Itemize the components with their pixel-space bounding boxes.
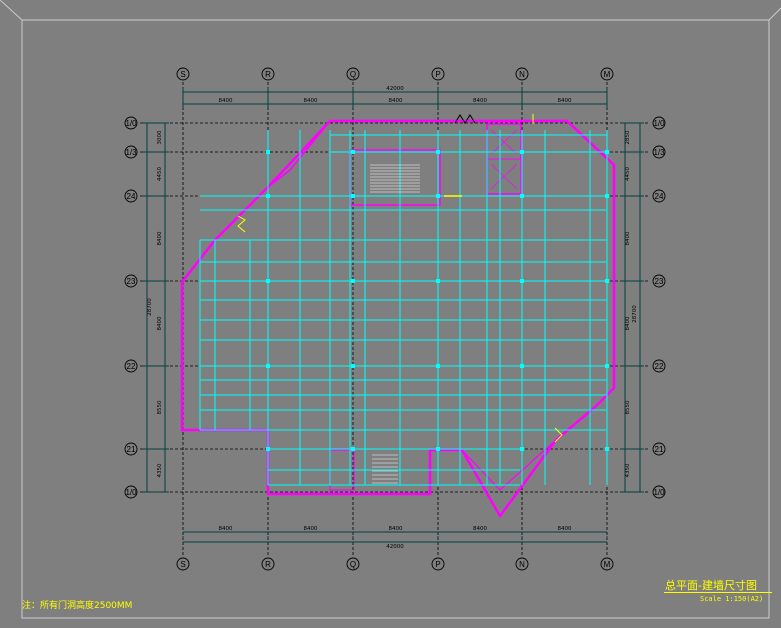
dim-col-spacing-0-3: 8400 [473,98,487,104]
dim-row-spacing-left-4: 8550 [157,400,163,414]
dim-row-spacing-right-3: 8400 [625,316,631,330]
dim-total-depth-left: 28700 [147,298,153,316]
dimension-layer: 8400 8400 8400 8400 8400 42000 8400 8400 8400 840… [143,86,644,550]
grid-bubble-bottom-n-label: N [519,560,525,569]
column-marker-4-2 [605,279,609,283]
dim-col-spacing-0-2: 8400 [389,98,403,104]
column-marker-0-1 [266,194,270,198]
dim-col-spacing-0-4: 8400 [558,98,572,104]
column-marker-0-2 [266,279,270,283]
grid-bubble-left-0-label: 1/0 [125,119,137,128]
door-height-note: 注：所有门洞高度2500MM [22,601,133,611]
entrance-symbol-west [237,215,246,233]
column-marker-4-4 [605,447,609,451]
grid-bubble-bottom-m-label: M [604,560,611,569]
dim-row-spacing-left-3: 8400 [157,316,163,330]
grid-bubble-top-s-label: S [180,70,185,79]
grid-bubble-left-6-label: 1/0 [125,488,137,497]
column-marker-1-1 [351,194,355,198]
dim-row-spacing-right-2: 8400 [625,231,631,245]
dim-row-spacing-left-5: 4350 [157,463,163,477]
column-marker-3-1 [520,194,524,198]
grid-bubble-left-2-label: 24 [127,192,136,201]
grid-bubble-right-6-label: 1/0 [653,488,665,497]
grid-bubble-right-2-label: 24 [655,192,664,201]
column-marker-3-0 [520,150,524,154]
column-marker-2-1 [436,194,440,198]
grid-bubble-right-0-label: 1/0 [653,119,665,128]
grid-bubble-right-3-label: 23 [655,277,664,286]
dim-col-spacing-1-0: 8400 [219,526,233,532]
grid-bubble-top-m-label: M [604,70,611,79]
column-marker-2-4 [436,447,440,451]
column-marker-3-4 [520,447,524,451]
column-marker-1-4 [351,447,355,451]
title-underline [664,592,772,593]
dim-col-spacing-0-0: 8400 [219,98,233,104]
cad-drawing-sheet: 8400 8400 8400 8400 8400 42000 8400 8400 8400 840… [0,0,781,619]
dim-col-spacing-1-2: 8400 [389,526,403,532]
border-corner-tr [768,7,781,21]
grid-bubble-top-q-label: Q [350,70,356,79]
column-marker-4-3 [605,364,609,368]
column-marker-1-3 [351,364,355,368]
grid-bubble-bottom-q-label: Q [350,560,356,569]
column-marker-4-0 [605,150,609,154]
grid-bubble-top-n-label: N [519,70,525,79]
border-corner-tl [0,0,23,21]
grid-bubble-bottom-p-label: P [435,560,440,569]
dim-row-spacing-right-1: 4450 [625,167,631,181]
grid-bubble-top-p-label: P [435,70,440,79]
stair-core-wall [349,149,441,206]
dim-total-depth-right: 28700 [632,305,638,323]
column-marker-2-2 [436,279,440,283]
dim-col-spacing-1-3: 8400 [473,526,487,532]
drawing-scale: Scale 1:150(A2) [700,595,764,603]
grid-bubble-bottom-s-label: S [180,560,185,569]
dim-col-spacing-1-1: 8400 [304,526,318,532]
column-marker-1-0 [351,150,355,154]
column-marker-3-3 [520,364,524,368]
dim-row-spacing-right-4: 8550 [625,400,631,414]
grid-bubble-right-5-label: 21 [655,445,664,454]
south-bay-wall [461,439,557,491]
grid-bubble-left-3-label: 23 [127,277,136,286]
dim-row-spacing-left-1: 4450 [157,167,163,181]
column-marker-0-4 [266,447,270,451]
dim-row-spacing-right-0: 2850 [625,130,631,144]
column-marker-0-3 [266,364,270,368]
grid-bubble-right-1-label: 1/3 [653,148,665,157]
grid-bubble-left-5-label: 21 [127,445,136,454]
column-marker-1-2 [351,279,355,283]
dim-row-spacing-left-0: 3000 [157,130,163,144]
grid-bubble-bottom-r-label: R [265,560,271,569]
dim-total-width-1: 42000 [386,544,404,550]
column-marker-2-0 [436,150,440,154]
dim-row-spacing-right-5: 4350 [625,463,631,477]
dim-col-spacing-1-4: 8400 [558,526,572,532]
dim-col-spacing-0-1: 8400 [304,98,318,104]
grid-bubble-left-4-label: 22 [127,362,136,371]
grid-bubble-right-4-label: 22 [655,362,664,371]
dim-row-spacing-left-2: 8400 [157,231,163,245]
dim-total-width-0: 42000 [386,86,404,92]
column-marker-3-2 [520,279,524,283]
column-marker-4-1 [605,194,609,198]
column-marker-2-3 [436,364,440,368]
grid-bubble-left-1-label: 1/3 [125,148,137,157]
grid-bubble-top-r-label: R [265,70,271,79]
drawing-title: 总平面-建墙尺寸图 [665,579,757,592]
column-marker-0-0 [266,150,270,154]
